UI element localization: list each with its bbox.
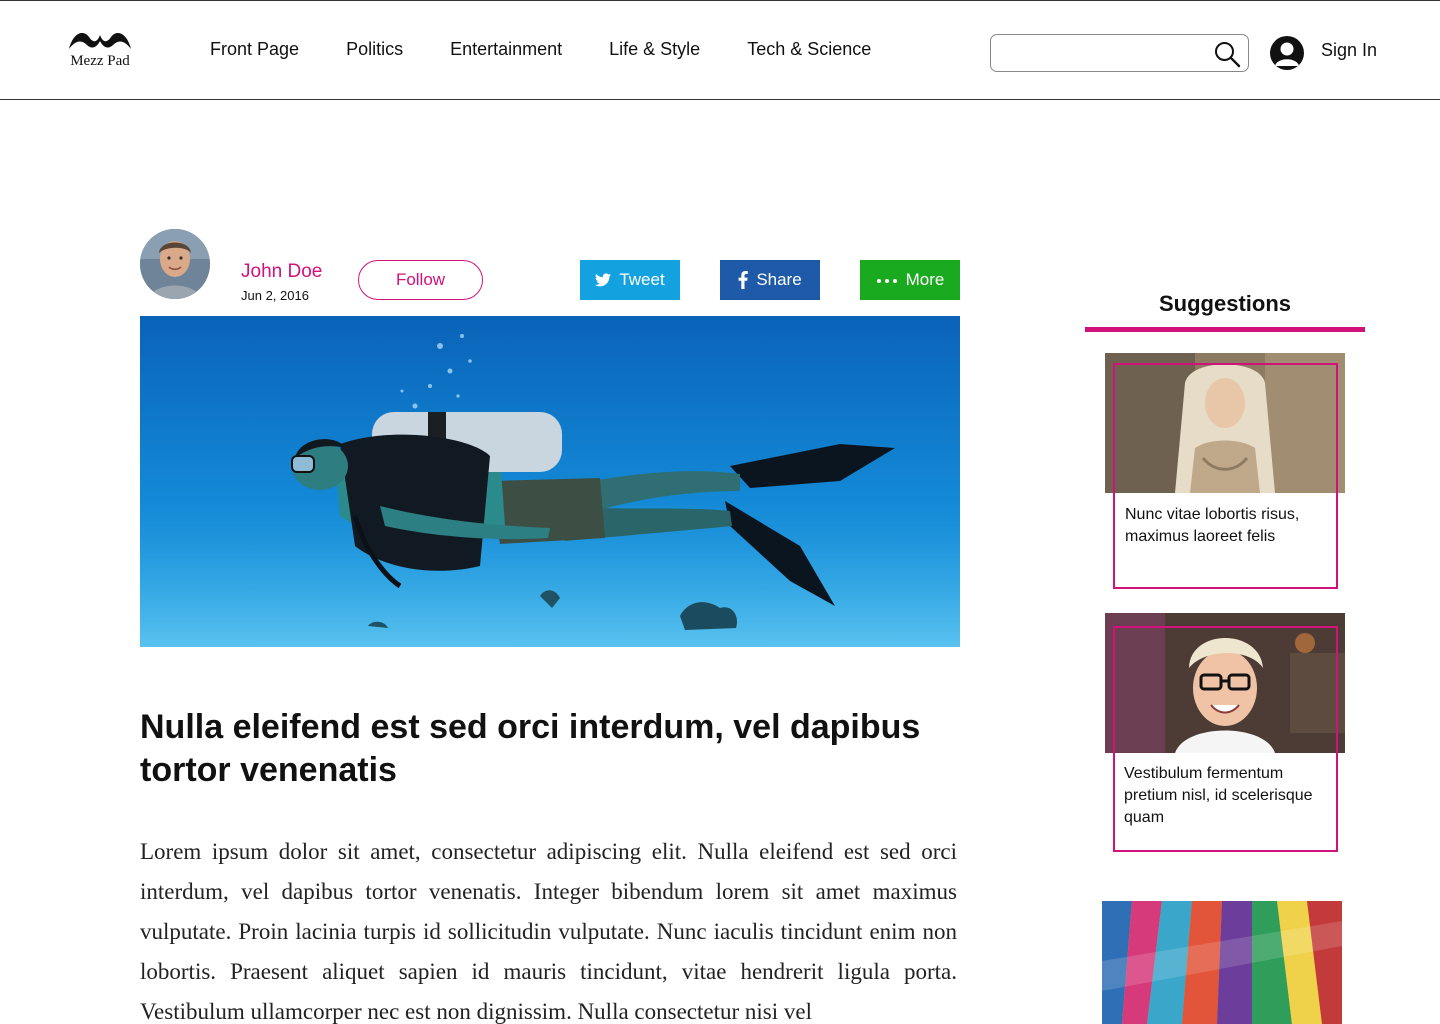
- suggestion-text-2[interactable]: Vestibulum fermentum pretium nisl, id sc…: [1124, 763, 1336, 829]
- article-body: Lorem ipsum dolor sit amet, consectetur …: [140, 839, 957, 1024]
- suggestion-card-1[interactable]: [1113, 363, 1338, 589]
- facebook-share-button[interactable]: Share: [720, 260, 820, 300]
- share-label: Share: [756, 270, 802, 289]
- site-header: Mezz Pad Front Page Politics Entertainme…: [0, 0, 1440, 100]
- nav-life-style[interactable]: Life & Style: [609, 37, 700, 61]
- twitter-icon: [595, 273, 612, 287]
- search-icon[interactable]: [1213, 40, 1241, 68]
- mustache-logo-icon: [69, 33, 131, 49]
- author-avatar[interactable]: [140, 229, 210, 299]
- article-title: Nulla eleifend est sed orci interdum, ve…: [140, 708, 921, 789]
- more-label: More: [905, 270, 945, 289]
- search-box: [990, 34, 1249, 72]
- hero-image: [140, 316, 960, 647]
- suggestions-underline: [1085, 327, 1365, 332]
- site-logo[interactable]: Mezz Pad: [60, 27, 140, 75]
- suggestions-title: Suggestions: [1158, 291, 1291, 316]
- logo-text: Mezz Pad: [70, 53, 130, 69]
- dots-icon: [876, 277, 898, 283]
- suggestion-text-1[interactable]: Nunc vitae lobortis risus, maximus laore…: [1125, 504, 1330, 548]
- more-button[interactable]: More: [860, 260, 960, 300]
- publish-date: Jun 2, 2016: [241, 288, 309, 303]
- sign-in-link[interactable]: Sign In: [1321, 40, 1377, 61]
- author-name[interactable]: John Doe: [241, 261, 322, 283]
- search-input[interactable]: [991, 35, 1201, 71]
- tweet-button[interactable]: Tweet: [580, 260, 680, 300]
- nav-front-page[interactable]: Front Page: [210, 37, 299, 61]
- main-nav: Front Page Politics Entertainment Life &…: [210, 37, 871, 61]
- nav-entertainment[interactable]: Entertainment: [450, 37, 562, 61]
- nav-tech-science[interactable]: Tech & Science: [747, 37, 871, 61]
- user-icon[interactable]: [1270, 36, 1304, 70]
- follow-button[interactable]: Follow: [358, 260, 483, 300]
- tweet-label: Tweet: [619, 270, 665, 289]
- suggestion-image-3[interactable]: [1102, 901, 1342, 1024]
- nav-politics[interactable]: Politics: [346, 37, 403, 61]
- facebook-icon: [738, 271, 749, 289]
